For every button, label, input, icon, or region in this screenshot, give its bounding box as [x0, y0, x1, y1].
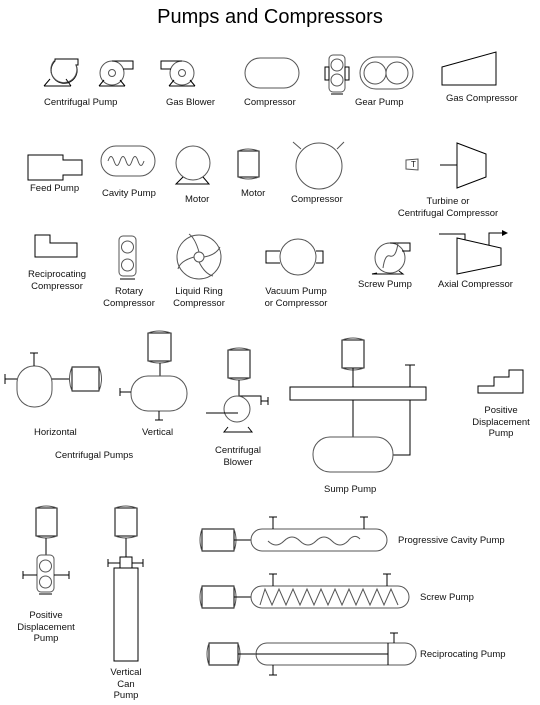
turbine-glyph: T	[411, 160, 416, 169]
label-motor-1: Motor	[185, 194, 210, 205]
label-screw-pump-2: Screw Pump	[420, 592, 474, 603]
label-line: Vertical	[110, 667, 142, 678]
progressive-cavity-pump-icon	[199, 516, 388, 552]
label-sump-pump: Sump Pump	[324, 484, 377, 495]
label-line: Displacement	[17, 621, 75, 633]
label-line: Centrifugal	[215, 445, 261, 456]
gear-pump-icon	[359, 56, 414, 90]
label-gear-pump: Gear Pump	[355, 97, 404, 108]
label-vertical: Vertical	[142, 427, 174, 438]
label-line: Positive	[29, 610, 63, 621]
label-line: Compressor	[103, 297, 155, 309]
axial-compressor-icon	[439, 230, 508, 275]
label-centrifugal-pump: Centrifugal Pump	[44, 97, 118, 108]
gear-pump-vertical-icon	[324, 54, 350, 95]
label-line: Pump	[113, 690, 139, 701]
label-gas-blower: Gas Blower	[166, 97, 216, 108]
label-screw-pump-1: Screw Pump	[358, 279, 412, 290]
label-horizontal: Horizontal	[34, 427, 77, 438]
label-line: Turbine or	[426, 196, 470, 207]
gas-compressor-icon	[441, 51, 497, 86]
horizontal-centrifugal-pump-icon	[4, 352, 102, 408]
label-line: Liquid Ring	[175, 286, 223, 297]
label-rotary-compressor: Rotary Compressor	[100, 286, 158, 309]
label-centrifugal-blower: Centrifugal Blower	[205, 445, 271, 468]
liquid-ring-compressor-icon	[176, 233, 222, 280]
positive-displacement-pump-vertical-icon	[22, 505, 70, 595]
label-line: or Compressor	[264, 297, 328, 309]
rotary-compressor-icon	[118, 235, 137, 280]
motor-icon	[174, 145, 211, 185]
label-compressor-1: Compressor	[244, 97, 296, 108]
compressor-circle-icon	[292, 141, 345, 190]
label-line: Compressor	[31, 280, 83, 292]
label-cavity-pump: Cavity Pump	[102, 188, 156, 199]
label-compressor-2: Compressor	[291, 194, 343, 205]
label-feed-pump: Feed Pump	[30, 183, 80, 194]
sump-pump-icon	[289, 337, 427, 473]
vertical-can-pump-icon	[107, 505, 144, 662]
label-line: Pump	[488, 428, 514, 439]
label-vacuum-pump: Vacuum Pump or Compressor	[258, 286, 334, 309]
label-positive-displacement-pump-2: Positive Displacement Pump	[13, 610, 79, 645]
turbine-compressor-icon	[405, 142, 487, 189]
centrifugal-blower-icon	[206, 347, 269, 433]
label-reciprocating-pump: Reciprocating Pump	[420, 649, 506, 660]
label-turbine-compressor: Turbine or Centrifugal Compressor	[393, 196, 503, 219]
vertical-centrifugal-pump-icon	[119, 330, 188, 421]
label-line: Positive	[484, 405, 518, 416]
label-positive-displacement-pump-1: Positive Displacement Pump	[468, 405, 534, 440]
gas-blower-icon	[160, 60, 196, 87]
positive-displacement-pump-steps-icon	[477, 369, 524, 394]
label-line: Rotary	[115, 286, 143, 297]
label-line: Centrifugal Compressor	[397, 207, 499, 219]
motor-can-icon	[237, 148, 260, 180]
compressor-icon	[244, 57, 300, 89]
label-line: Pump	[33, 633, 59, 644]
centrifugal-pump-with-impeller-icon	[98, 60, 134, 87]
label-line: Blower	[223, 456, 253, 468]
vacuum-pump-icon	[265, 238, 324, 276]
label-line: Displacement	[472, 416, 530, 428]
label-axial-compressor: Axial Compressor	[438, 279, 513, 290]
screw-pump-horizontal-icon	[199, 573, 410, 609]
label-line: Compressor	[173, 297, 225, 309]
label-gas-compressor: Gas Compressor	[446, 93, 518, 104]
label-vertical-can-pump: Vertical Can Pump	[100, 667, 152, 702]
label-liquid-ring-compressor: Liquid Ring Compressor	[168, 286, 230, 309]
screw-pump-icon	[371, 242, 411, 275]
label-line: Vacuum Pump	[265, 286, 327, 297]
centrifugal-pump-icon	[43, 58, 79, 87]
cavity-pump-icon	[100, 145, 156, 177]
label-motor-2: Motor	[241, 188, 266, 199]
label-reciprocating-compressor: Reciprocating Compressor	[22, 269, 92, 292]
reciprocating-pump-icon	[206, 632, 417, 676]
label-line: Can	[117, 678, 135, 690]
reciprocating-compressor-icon	[34, 234, 78, 258]
feed-pump-icon	[27, 154, 83, 181]
label-centrifugal-pumps-group: Centrifugal Pumps	[55, 450, 134, 461]
label-progressive-cavity-pump: Progressive Cavity Pump	[398, 535, 505, 546]
label-line: Reciprocating	[27, 269, 87, 280]
